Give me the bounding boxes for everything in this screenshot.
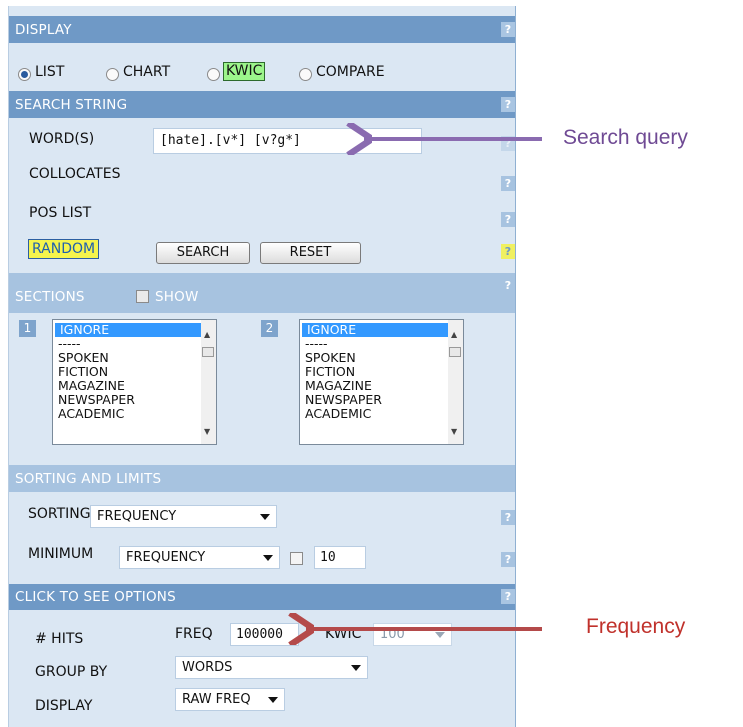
frequency-annotation: Frequency xyxy=(586,615,686,638)
search-query-annotation: Search query xyxy=(563,126,688,149)
